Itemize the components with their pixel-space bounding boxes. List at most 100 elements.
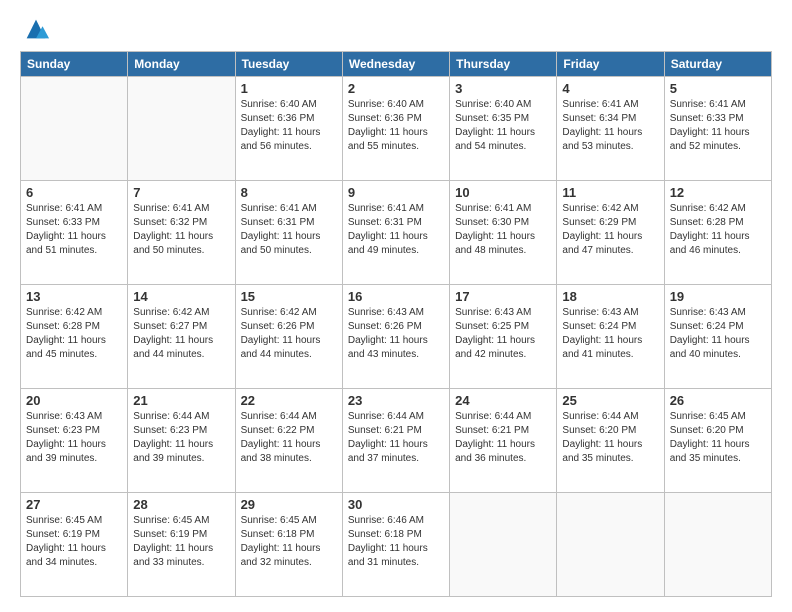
day-info: Sunrise: 6:44 AM Sunset: 6:21 PM Dayligh… [348,410,444,466]
calendar-cell: 24 Sunrise: 6:44 AM Sunset: 6:21 PM Dayli… [450,389,557,493]
calendar-cell: 25 Sunrise: 6:44 AM Sunset: 6:20 PM Dayli… [557,389,664,493]
day-number: 5 [670,81,766,96]
day-number: 16 [348,289,444,304]
day-info: Sunrise: 6:43 AM Sunset: 6:26 PM Dayligh… [348,306,444,362]
day-info: Sunrise: 6:46 AM Sunset: 6:18 PM Dayligh… [348,514,444,570]
day-info: Sunrise: 6:45 AM Sunset: 6:20 PM Dayligh… [670,410,766,466]
day-info: Sunrise: 6:41 AM Sunset: 6:31 PM Dayligh… [241,202,337,258]
day-number: 24 [455,393,551,408]
day-info: Sunrise: 6:41 AM Sunset: 6:31 PM Dayligh… [348,202,444,258]
day-number: 6 [26,185,122,200]
calendar-cell: 19 Sunrise: 6:43 AM Sunset: 6:24 PM Dayli… [664,285,771,389]
calendar-cell: 21Sunrise: 6:44 AM Sunset: 6:23 PM Dayli… [128,389,235,493]
day-number: 23 [348,393,444,408]
calendar-cell: 22 Sunrise: 6:44 AM Sunset: 6:22 PM Dayli… [235,389,342,493]
day-info: Sunrise: 6:43 AM Sunset: 6:24 PM Dayligh… [562,306,658,362]
calendar-cell [21,77,128,181]
logo-icon [22,15,50,43]
calendar-cell: 7 Sunrise: 6:41 AM Sunset: 6:32 PM Daylig… [128,181,235,285]
day-number: 22 [241,393,337,408]
day-number: 15 [241,289,337,304]
day-info: Sunrise: 6:42 AM Sunset: 6:26 PM Dayligh… [241,306,337,362]
day-info: Sunrise: 6:44 AM Sunset: 6:21 PM Dayligh… [455,410,551,466]
day-info: Sunrise: 6:41 AM Sunset: 6:32 PM Dayligh… [133,202,229,258]
calendar-cell: 2 Sunrise: 6:40 AM Sunset: 6:36 PM Daylig… [342,77,449,181]
calendar-cell: 5Sunrise: 6:41 AM Sunset: 6:33 PM Daylig… [664,77,771,181]
calendar-cell: 29Sunrise: 6:45 AM Sunset: 6:18 PM Dayli… [235,493,342,597]
day-number: 18 [562,289,658,304]
calendar-cell: 26 Sunrise: 6:45 AM Sunset: 6:20 PM Dayli… [664,389,771,493]
day-number: 13 [26,289,122,304]
calendar-cell [557,493,664,597]
weekday-header: Monday [128,52,235,77]
calendar-cell: 9 Sunrise: 6:41 AM Sunset: 6:31 PM Daylig… [342,181,449,285]
day-info: Sunrise: 6:42 AM Sunset: 6:28 PM Dayligh… [670,202,766,258]
day-info: Sunrise: 6:45 AM Sunset: 6:19 PM Dayligh… [26,514,122,570]
logo [20,15,50,43]
day-number: 2 [348,81,444,96]
day-number: 12 [670,185,766,200]
calendar-cell: 15 Sunrise: 6:42 AM Sunset: 6:26 PM Dayli… [235,285,342,389]
day-info: Sunrise: 6:42 AM Sunset: 6:28 PM Dayligh… [26,306,122,362]
weekday-header: Thursday [450,52,557,77]
calendar-week-row: 6 Sunrise: 6:41 AM Sunset: 6:33 PM Daylig… [21,181,772,285]
day-number: 21 [133,393,229,408]
page: SundayMondayTuesdayWednesdayThursdayFrid… [0,0,792,612]
day-number: 28 [133,497,229,512]
day-number: 3 [455,81,551,96]
calendar-week-row: 27 Sunrise: 6:45 AM Sunset: 6:19 PM Dayli… [21,493,772,597]
day-info: Sunrise: 6:40 AM Sunset: 6:36 PM Dayligh… [241,98,337,154]
calendar-cell: 11 Sunrise: 6:42 AM Sunset: 6:29 PM Dayli… [557,181,664,285]
day-info: Sunrise: 6:45 AM Sunset: 6:19 PM Dayligh… [133,514,229,570]
day-number: 7 [133,185,229,200]
day-number: 19 [670,289,766,304]
day-number: 4 [562,81,658,96]
day-number: 17 [455,289,551,304]
day-number: 9 [348,185,444,200]
calendar-cell: 27 Sunrise: 6:45 AM Sunset: 6:19 PM Dayli… [21,493,128,597]
calendar-week-row: 20 Sunrise: 6:43 AM Sunset: 6:23 PM Dayli… [21,389,772,493]
calendar-cell: 1 Sunrise: 6:40 AM Sunset: 6:36 PM Daylig… [235,77,342,181]
day-info: Sunrise: 6:40 AM Sunset: 6:36 PM Dayligh… [348,98,444,154]
calendar-cell: 20 Sunrise: 6:43 AM Sunset: 6:23 PM Dayli… [21,389,128,493]
day-info: Sunrise: 6:44 AM Sunset: 6:20 PM Dayligh… [562,410,658,466]
calendar-cell [450,493,557,597]
day-number: 11 [562,185,658,200]
calendar-cell: 6 Sunrise: 6:41 AM Sunset: 6:33 PM Daylig… [21,181,128,285]
day-number: 14 [133,289,229,304]
calendar-cell: 8 Sunrise: 6:41 AM Sunset: 6:31 PM Daylig… [235,181,342,285]
day-number: 1 [241,81,337,96]
day-info: Sunrise: 6:41 AM Sunset: 6:30 PM Dayligh… [455,202,551,258]
calendar-cell: 3 Sunrise: 6:40 AM Sunset: 6:35 PM Daylig… [450,77,557,181]
day-number: 25 [562,393,658,408]
header [20,15,772,43]
day-info: Sunrise: 6:43 AM Sunset: 6:25 PM Dayligh… [455,306,551,362]
day-info: Sunrise: 6:41 AM Sunset: 6:34 PM Dayligh… [562,98,658,154]
calendar-cell [664,493,771,597]
calendar-cell: 10 Sunrise: 6:41 AM Sunset: 6:30 PM Dayli… [450,181,557,285]
calendar-cell: 23 Sunrise: 6:44 AM Sunset: 6:21 PM Dayli… [342,389,449,493]
weekday-header: Tuesday [235,52,342,77]
day-number: 20 [26,393,122,408]
day-info: Sunrise: 6:42 AM Sunset: 6:27 PM Dayligh… [133,306,229,362]
day-number: 10 [455,185,551,200]
day-number: 27 [26,497,122,512]
day-info: Sunrise: 6:41 AM Sunset: 6:33 PM Dayligh… [26,202,122,258]
day-info: Sunrise: 6:44 AM Sunset: 6:22 PM Dayligh… [241,410,337,466]
day-number: 26 [670,393,766,408]
calendar-cell: 28 Sunrise: 6:45 AM Sunset: 6:19 PM Dayli… [128,493,235,597]
calendar-cell: 13 Sunrise: 6:42 AM Sunset: 6:28 PM Dayli… [21,285,128,389]
calendar-cell: 4 Sunrise: 6:41 AM Sunset: 6:34 PM Daylig… [557,77,664,181]
day-info: Sunrise: 6:42 AM Sunset: 6:29 PM Dayligh… [562,202,658,258]
day-info: Sunrise: 6:43 AM Sunset: 6:23 PM Dayligh… [26,410,122,466]
day-number: 8 [241,185,337,200]
calendar-cell: 17 Sunrise: 6:43 AM Sunset: 6:25 PM Dayli… [450,285,557,389]
weekday-header: Friday [557,52,664,77]
day-number: 29 [241,497,337,512]
calendar-cell [128,77,235,181]
calendar-cell: 18 Sunrise: 6:43 AM Sunset: 6:24 PM Dayli… [557,285,664,389]
day-info: Sunrise: 6:43 AM Sunset: 6:24 PM Dayligh… [670,306,766,362]
day-info: Sunrise: 6:40 AM Sunset: 6:35 PM Dayligh… [455,98,551,154]
weekday-header: Saturday [664,52,771,77]
calendar-cell: 12 Sunrise: 6:42 AM Sunset: 6:28 PM Dayli… [664,181,771,285]
